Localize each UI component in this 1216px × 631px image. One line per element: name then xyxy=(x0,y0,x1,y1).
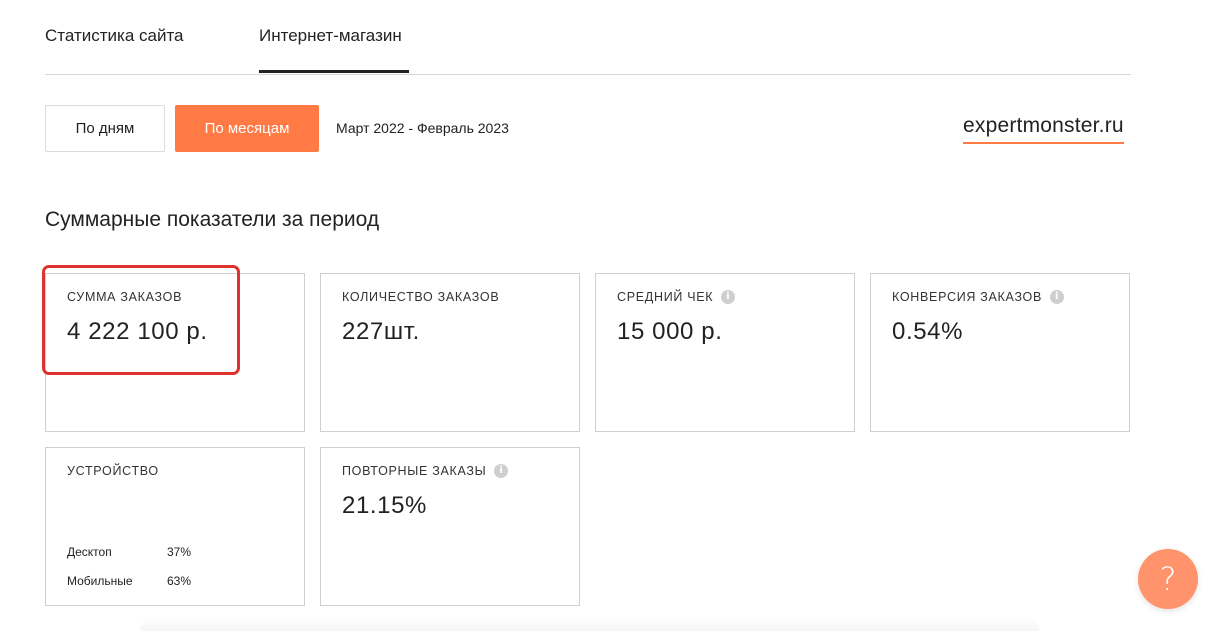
info-icon[interactable]: i xyxy=(1050,290,1065,304)
card-order-sum: СУММА ЗАКАЗОВ 4 222 100 р. xyxy=(45,273,305,432)
card-value: 4 222 100 р. xyxy=(67,318,208,345)
card-label-text: СУММА ЗАКАЗОВ xyxy=(67,290,183,304)
card-order-count: КОЛИЧЕСТВО ЗАКАЗОВ 227шт. xyxy=(320,273,580,432)
card-device: УСТРОЙСТВО Десктоп 37% Мобильные 63% xyxy=(45,447,305,606)
by-days-button[interactable]: По дням xyxy=(45,105,165,152)
tab-online-store[interactable]: Интернет-магазин xyxy=(259,26,402,46)
bottom-shadow xyxy=(140,616,1040,631)
card-value: 21.15% xyxy=(342,492,427,519)
card-conversion: КОНВЕРСИЯ ЗАКАЗОВ i 0.54% xyxy=(870,273,1130,432)
section-title: Суммарные показатели за период xyxy=(45,208,380,231)
info-icon[interactable]: i xyxy=(494,464,509,478)
card-label: СРЕДНИЙ ЧЕК i xyxy=(617,290,736,304)
site-link[interactable]: expertmonster.ru xyxy=(963,114,1124,144)
device-name: Десктоп xyxy=(67,545,112,559)
card-average-check: СРЕДНИЙ ЧЕК i 15 000 р. xyxy=(595,273,855,432)
card-value: 227шт. xyxy=(342,318,420,345)
info-icon[interactable]: i xyxy=(721,290,736,304)
active-tab-indicator xyxy=(259,70,409,73)
card-label: СУММА ЗАКАЗОВ xyxy=(67,290,182,304)
card-label-text: ПОВТОРНЫЕ ЗАКАЗЫ xyxy=(342,464,487,478)
device-row-mobile: Мобильные 63% xyxy=(67,574,191,588)
device-row-desktop: Десктоп 37% xyxy=(67,545,191,559)
card-value: 15 000 р. xyxy=(617,318,723,345)
card-label: ПОВТОРНЫЕ ЗАКАЗЫ i xyxy=(342,464,509,478)
card-label: КОЛИЧЕСТВО ЗАКАЗОВ xyxy=(342,290,499,304)
device-value: 63% xyxy=(167,574,192,588)
card-label: КОНВЕРСИЯ ЗАКАЗОВ i xyxy=(892,290,1065,304)
period-range[interactable]: Март 2022 - Февраль 2023 xyxy=(336,120,509,136)
card-label: УСТРОЙСТВО xyxy=(67,464,159,478)
by-months-button[interactable]: По месяцам xyxy=(175,105,319,152)
card-value: 0.54% xyxy=(892,318,964,345)
tab-site-statistics[interactable]: Статистика сайта xyxy=(45,26,184,46)
device-value: 37% xyxy=(167,545,192,559)
card-repeat-orders: ПОВТОРНЫЕ ЗАКАЗЫ i 21.15% xyxy=(320,447,580,606)
card-label-text: УСТРОЙСТВО xyxy=(67,464,159,478)
device-name: Мобильные xyxy=(67,574,133,588)
question-icon: ? xyxy=(1159,560,1177,598)
card-label-text: КОНВЕРСИЯ ЗАКАЗОВ xyxy=(892,290,1043,304)
card-label-text: КОЛИЧЕСТВО ЗАКАЗОВ xyxy=(342,290,500,304)
tab-bar: Статистика сайта Интернет-магазин xyxy=(45,0,1131,75)
card-label-text: СРЕДНИЙ ЧЕК xyxy=(617,290,714,304)
help-button[interactable]: ? xyxy=(1138,549,1198,609)
